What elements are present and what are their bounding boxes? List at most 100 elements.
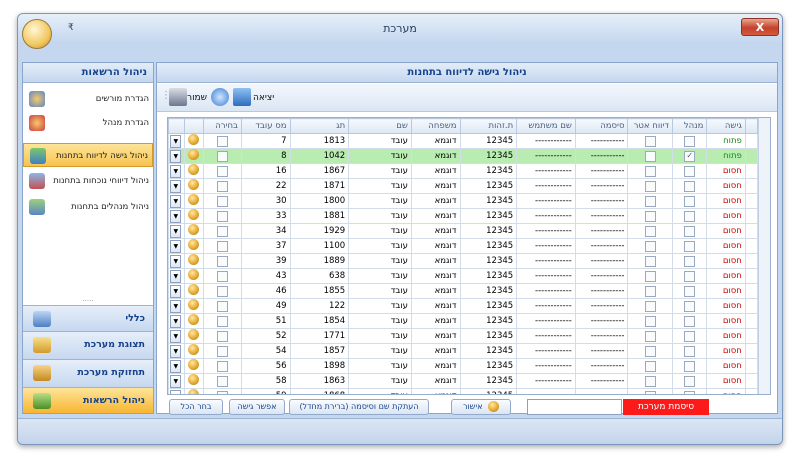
checkbox[interactable]	[684, 375, 696, 387]
checkbox[interactable]	[684, 300, 696, 312]
checkbox[interactable]	[644, 180, 656, 192]
checkbox[interactable]	[684, 180, 696, 192]
report-checkbox[interactable]	[627, 163, 673, 179]
col-header-manager[interactable]: מנהל	[671, 118, 708, 134]
report-checkbox[interactable]	[627, 328, 673, 344]
checkbox[interactable]	[644, 300, 656, 312]
app-menu-orb-icon[interactable]	[22, 19, 52, 49]
table-row[interactable]: חסום-----------------------12345דוגמאעוב…	[168, 283, 759, 299]
manager-checkbox[interactable]	[671, 133, 708, 149]
checkbox[interactable]	[684, 270, 696, 282]
row-dropdown-cell[interactable]: ▼	[168, 373, 186, 389]
report-checkbox[interactable]	[627, 193, 673, 209]
row-dropdown-cell[interactable]: ▼	[168, 298, 186, 314]
table-row[interactable]: חסום-----------------------12345דוגמאעוב…	[168, 328, 759, 344]
row-dropdown-cell[interactable]: ▼	[168, 358, 186, 374]
checkbox[interactable]	[644, 150, 656, 162]
row-dropdown-icon[interactable]: ▼	[170, 194, 182, 208]
checkbox[interactable]	[216, 135, 228, 147]
checkbox[interactable]	[216, 165, 228, 177]
checkbox[interactable]	[216, 180, 228, 192]
checkbox[interactable]	[684, 390, 696, 394]
table-row[interactable]: חסום-----------------------12345דוגמאעוב…	[168, 178, 759, 194]
select-checkbox[interactable]	[202, 388, 242, 394]
checkbox[interactable]	[644, 270, 656, 282]
manager-checkbox[interactable]	[671, 223, 708, 239]
table-row[interactable]: חסום-----------------------12345דוגמאעוב…	[168, 313, 759, 329]
checkbox[interactable]	[684, 285, 696, 297]
nav-item-station-managers[interactable]: ניהול מנהלים בתחנות	[23, 195, 153, 219]
checkbox[interactable]	[216, 195, 228, 207]
row-dropdown-cell[interactable]: ▼	[168, 178, 186, 194]
checkbox[interactable]	[216, 255, 228, 267]
select-checkbox[interactable]	[202, 208, 242, 224]
save-disk-icon[interactable]	[169, 88, 187, 106]
manager-checkbox[interactable]	[671, 268, 708, 284]
report-checkbox[interactable]	[627, 298, 673, 314]
checkbox[interactable]	[684, 165, 696, 177]
row-dropdown-icon[interactable]: ▼	[170, 359, 182, 373]
checkbox[interactable]	[684, 255, 696, 267]
select-checkbox[interactable]	[202, 268, 242, 284]
row-dropdown-cell[interactable]: ▼	[168, 313, 186, 329]
checkbox[interactable]	[216, 270, 228, 282]
checkbox[interactable]	[216, 285, 228, 297]
row-dropdown-cell[interactable]: ▼	[168, 283, 186, 299]
col-header-tag[interactable]: תג	[289, 118, 350, 134]
manager-checkbox[interactable]	[671, 193, 708, 209]
select-checkbox[interactable]	[202, 298, 242, 314]
checkbox[interactable]	[644, 345, 656, 357]
row-dropdown-cell[interactable]: ▼	[168, 208, 186, 224]
checkbox[interactable]	[644, 390, 656, 394]
manager-checkbox[interactable]	[671, 298, 708, 314]
nav-splitter[interactable]: .....	[23, 296, 153, 303]
row-dropdown-icon[interactable]: ▼	[170, 149, 182, 163]
nav-section-general[interactable]: כללי	[23, 305, 153, 331]
report-checkbox[interactable]	[627, 178, 673, 194]
select-checkbox[interactable]	[202, 163, 242, 179]
copy-name-password-button[interactable]: העתקת שם וסיסמה (ברירת מחדל)	[289, 399, 429, 415]
manager-checkbox[interactable]	[671, 358, 708, 374]
report-checkbox[interactable]	[627, 238, 673, 254]
row-dropdown-icon[interactable]: ▼	[170, 389, 182, 394]
checkbox[interactable]	[684, 225, 696, 237]
checkbox[interactable]	[216, 360, 228, 372]
allow-access-button[interactable]: אפשר גישה	[229, 399, 285, 415]
manager-checkbox[interactable]	[671, 178, 708, 194]
select-checkbox[interactable]	[202, 178, 242, 194]
row-dropdown-icon[interactable]: ▼	[170, 254, 182, 268]
exit-button[interactable]: יציאה	[253, 88, 274, 108]
select-checkbox[interactable]	[202, 283, 242, 299]
report-checkbox[interactable]	[627, 313, 673, 329]
checkbox[interactable]	[684, 315, 696, 327]
manager-checkbox[interactable]	[671, 343, 708, 359]
col-header-select[interactable]: בחירה	[202, 118, 242, 134]
select-checkbox[interactable]	[202, 313, 242, 329]
report-checkbox[interactable]	[627, 283, 673, 299]
row-dropdown-cell[interactable]: ▼	[168, 268, 186, 284]
row-dropdown-icon[interactable]: ▼	[170, 299, 182, 313]
select-checkbox[interactable]	[202, 343, 242, 359]
checkbox[interactable]	[216, 210, 228, 222]
manager-checkbox[interactable]	[671, 208, 708, 224]
row-dropdown-icon[interactable]: ▼	[170, 284, 182, 298]
table-row[interactable]: חסום-----------------------12345דוגמאעוב…	[168, 298, 759, 314]
select-checkbox[interactable]	[202, 193, 242, 209]
manager-checkbox[interactable]	[671, 328, 708, 344]
col-header-access[interactable]: גישה	[706, 118, 746, 134]
row-dropdown-icon[interactable]: ▼	[170, 179, 182, 193]
table-row[interactable]: חסום-----------------------12345דוגמאעוב…	[168, 358, 759, 374]
table-row[interactable]: חסום-----------------------12345דוגמאעוב…	[168, 163, 759, 179]
report-checkbox[interactable]	[627, 133, 673, 149]
col-header-employee-number[interactable]: מס עובד	[240, 118, 291, 134]
manager-checkbox[interactable]	[671, 253, 708, 269]
nav-section-system-maintenance[interactable]: תחזוקת מערכת	[23, 359, 153, 387]
checkbox[interactable]	[216, 240, 228, 252]
checkbox[interactable]	[684, 210, 696, 222]
nav-item-station-access[interactable]: ניהול גישה לדיווח בתחנות	[23, 143, 153, 167]
row-dropdown-icon[interactable]: ▼	[170, 269, 182, 283]
checkbox[interactable]	[644, 330, 656, 342]
checkbox[interactable]	[684, 195, 696, 207]
row-dropdown-icon[interactable]: ▼	[170, 134, 182, 148]
table-row[interactable]: חסום-----------------------12345דוגמאעוב…	[168, 193, 759, 209]
